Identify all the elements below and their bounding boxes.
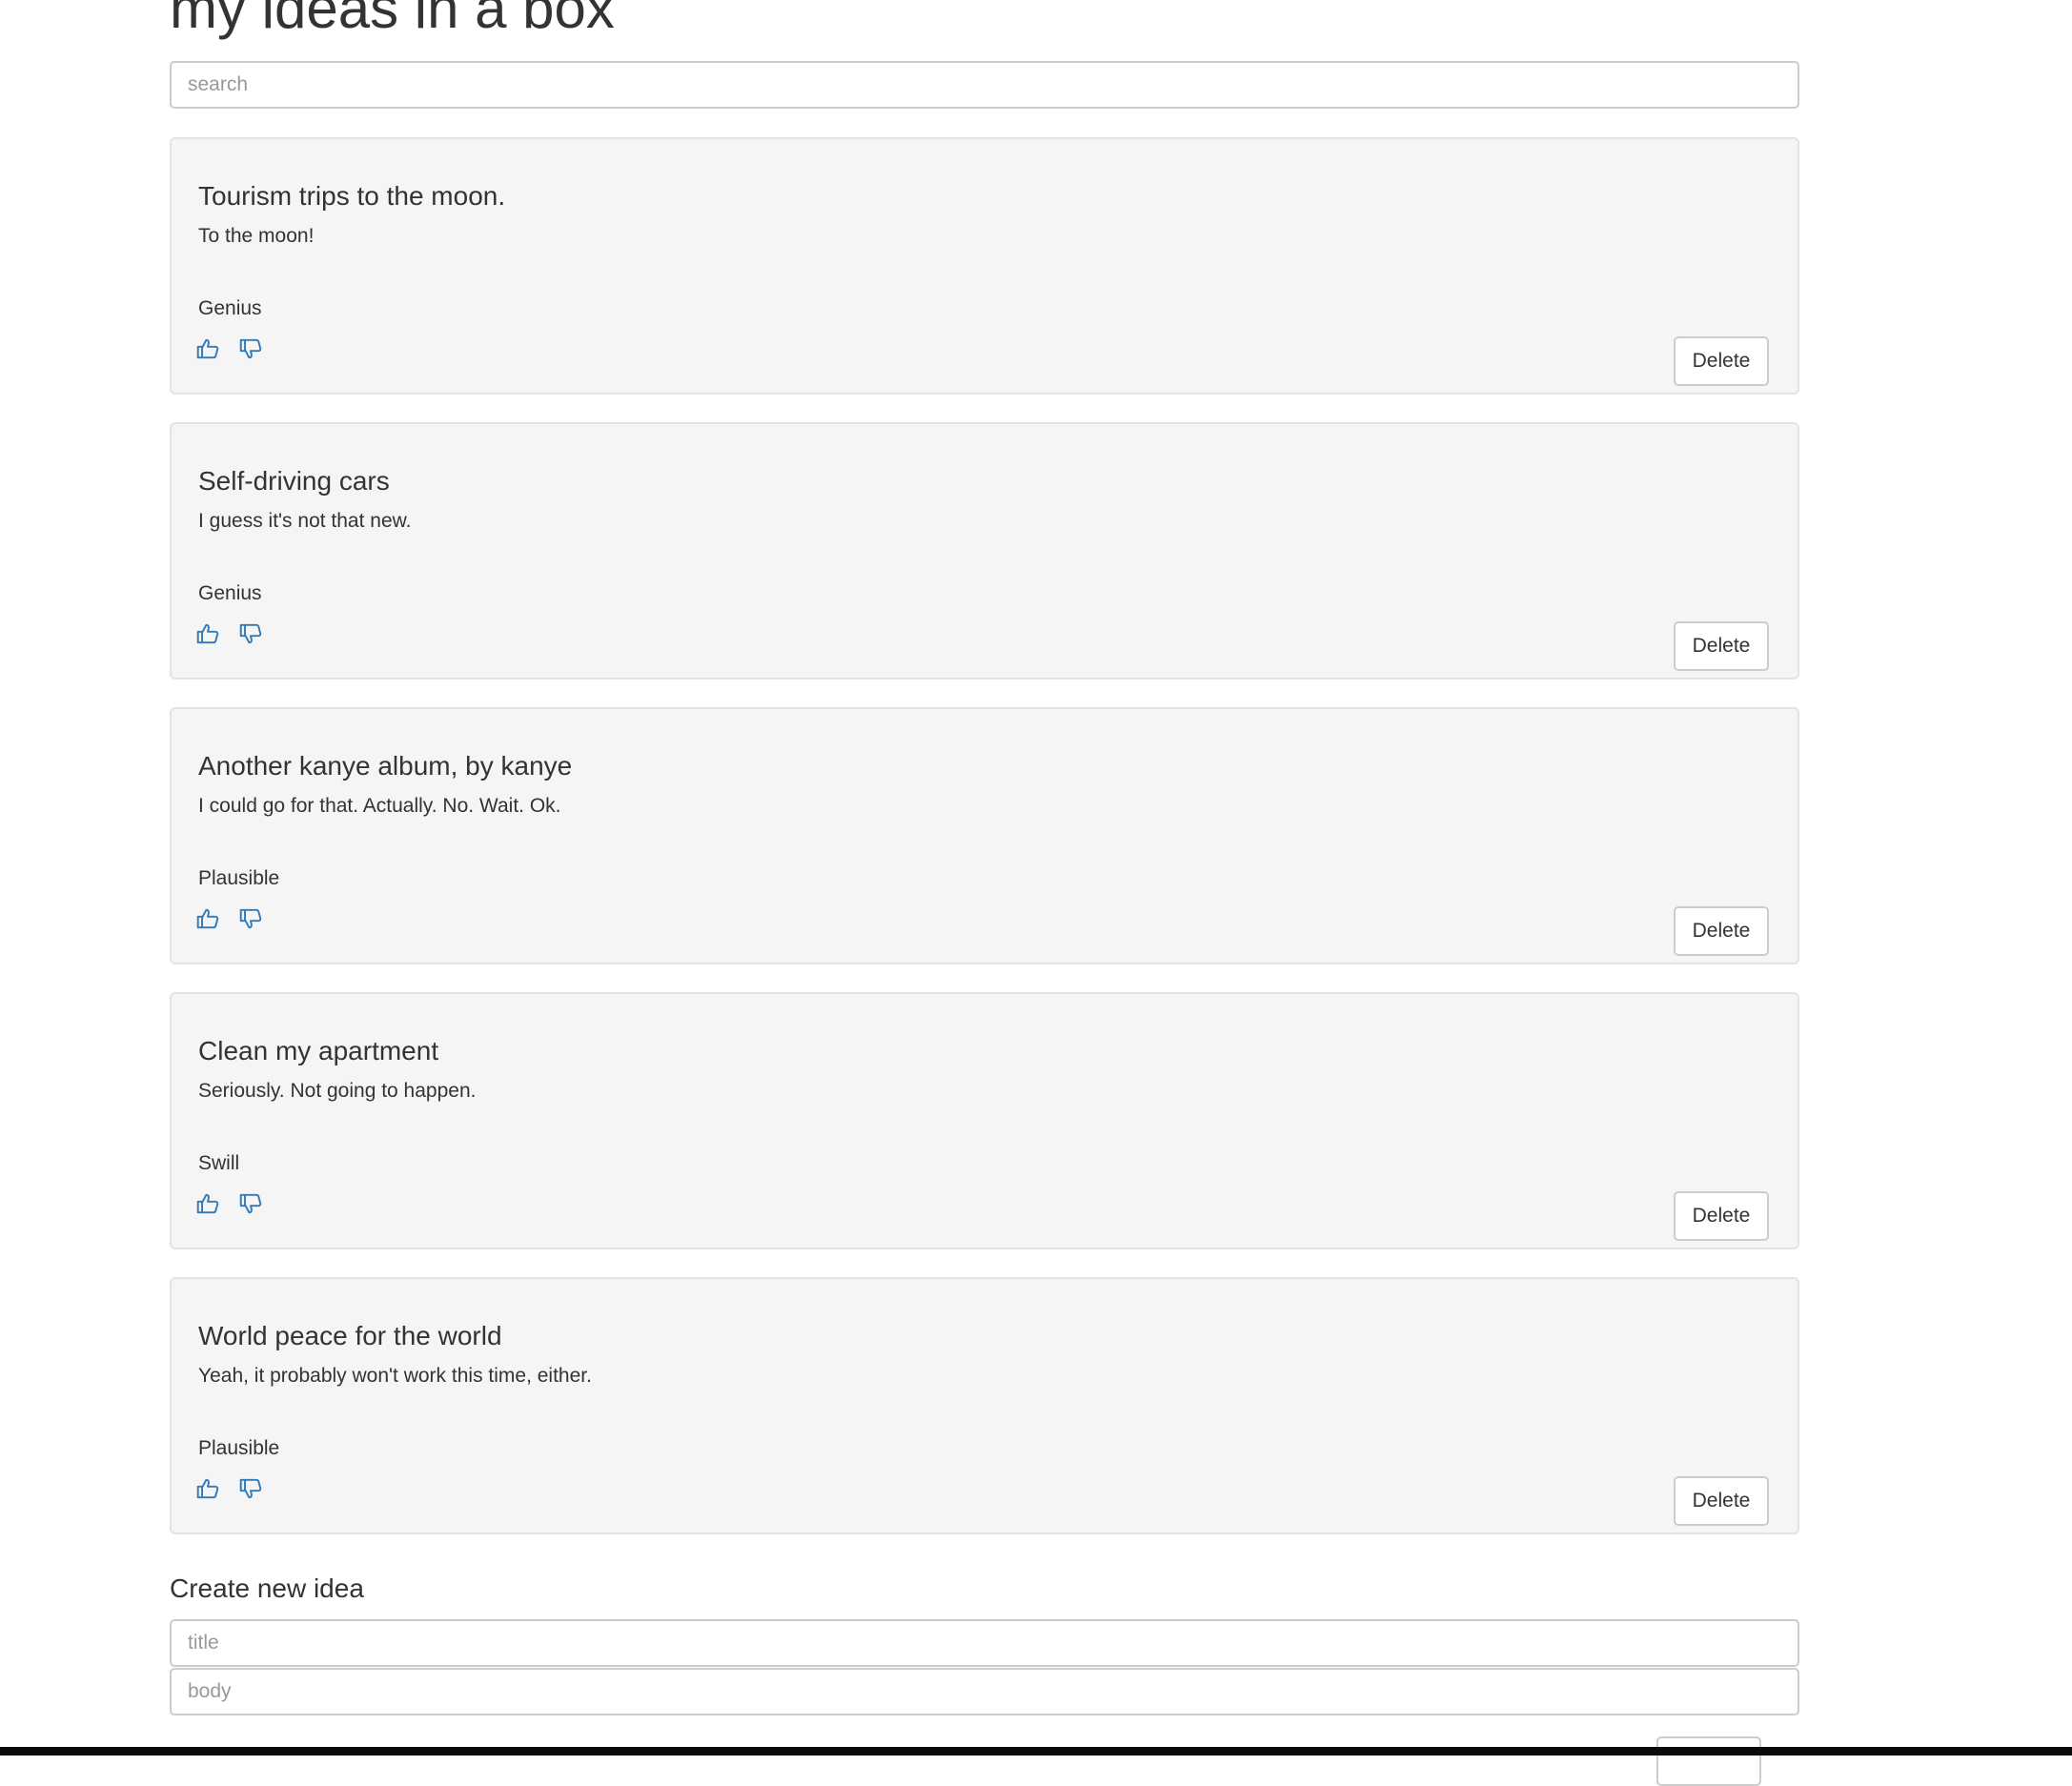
upvote-button[interactable] <box>195 1191 220 1216</box>
thumbs-down-icon <box>238 336 263 361</box>
thumbs-down-icon <box>238 621 263 646</box>
idea-quality: Plausible <box>198 867 280 889</box>
save-button[interactable] <box>1656 1736 1761 1786</box>
window-bottom-edge <box>0 1747 2072 1756</box>
app-title: my ideas in a box <box>170 0 615 40</box>
idea-title[interactable]: Self-driving cars <box>198 466 390 497</box>
search-input[interactable] <box>170 61 1799 109</box>
upvote-button[interactable] <box>195 1476 220 1501</box>
body-input[interactable] <box>170 1668 1799 1715</box>
upvote-button[interactable] <box>195 906 220 931</box>
thumbs-up-icon <box>195 1476 220 1501</box>
delete-button[interactable]: Delete <box>1674 336 1769 386</box>
delete-button[interactable]: Delete <box>1674 621 1769 671</box>
idea-card: Self-driving cars I guess it's not that … <box>170 422 1799 680</box>
delete-button[interactable]: Delete <box>1674 1191 1769 1241</box>
upvote-button[interactable] <box>195 336 220 361</box>
idea-title[interactable]: Tourism trips to the moon. <box>198 181 505 212</box>
idea-title[interactable]: Another kanye album, by kanye <box>198 751 572 781</box>
thumbs-up-icon <box>195 336 220 361</box>
idea-card: World peace for the world Yeah, it proba… <box>170 1277 1799 1534</box>
idea-title[interactable]: World peace for the world <box>198 1321 502 1351</box>
title-input[interactable] <box>170 1619 1799 1667</box>
idea-body[interactable]: Yeah, it probably won't work this time, … <box>198 1365 592 1388</box>
create-idea-heading: Create new idea <box>170 1573 364 1603</box>
idea-body[interactable]: Seriously. Not going to happen. <box>198 1080 476 1103</box>
idea-body[interactable]: To the moon! <box>198 225 314 248</box>
idea-quality: Genius <box>198 297 262 319</box>
thumbs-down-icon <box>238 1476 263 1501</box>
upvote-button[interactable] <box>195 621 220 646</box>
thumbs-down-icon <box>238 1191 263 1216</box>
thumbs-up-icon <box>195 621 220 646</box>
downvote-button[interactable] <box>238 906 263 931</box>
downvote-button[interactable] <box>238 1476 263 1501</box>
idea-body[interactable]: I could go for that. Actually. No. Wait.… <box>198 795 561 818</box>
downvote-button[interactable] <box>238 1191 263 1216</box>
idea-body[interactable]: I guess it's not that new. <box>198 510 411 533</box>
idea-quality: Swill <box>198 1152 240 1174</box>
idea-card: Clean my apartment Seriously. Not going … <box>170 992 1799 1249</box>
downvote-button[interactable] <box>238 336 263 361</box>
idea-card: Tourism trips to the moon. To the moon! … <box>170 137 1799 395</box>
idea-card: Another kanye album, by kanye I could go… <box>170 707 1799 964</box>
idea-title[interactable]: Clean my apartment <box>198 1036 438 1066</box>
delete-button[interactable]: Delete <box>1674 1476 1769 1526</box>
thumbs-down-icon <box>238 906 263 931</box>
idea-quality: Plausible <box>198 1437 280 1459</box>
idea-quality: Genius <box>198 582 262 604</box>
thumbs-up-icon <box>195 906 220 931</box>
delete-button[interactable]: Delete <box>1674 906 1769 956</box>
ideas-list: Tourism trips to the moon. To the moon! … <box>170 137 1799 1562</box>
downvote-button[interactable] <box>238 621 263 646</box>
thumbs-up-icon <box>195 1191 220 1216</box>
